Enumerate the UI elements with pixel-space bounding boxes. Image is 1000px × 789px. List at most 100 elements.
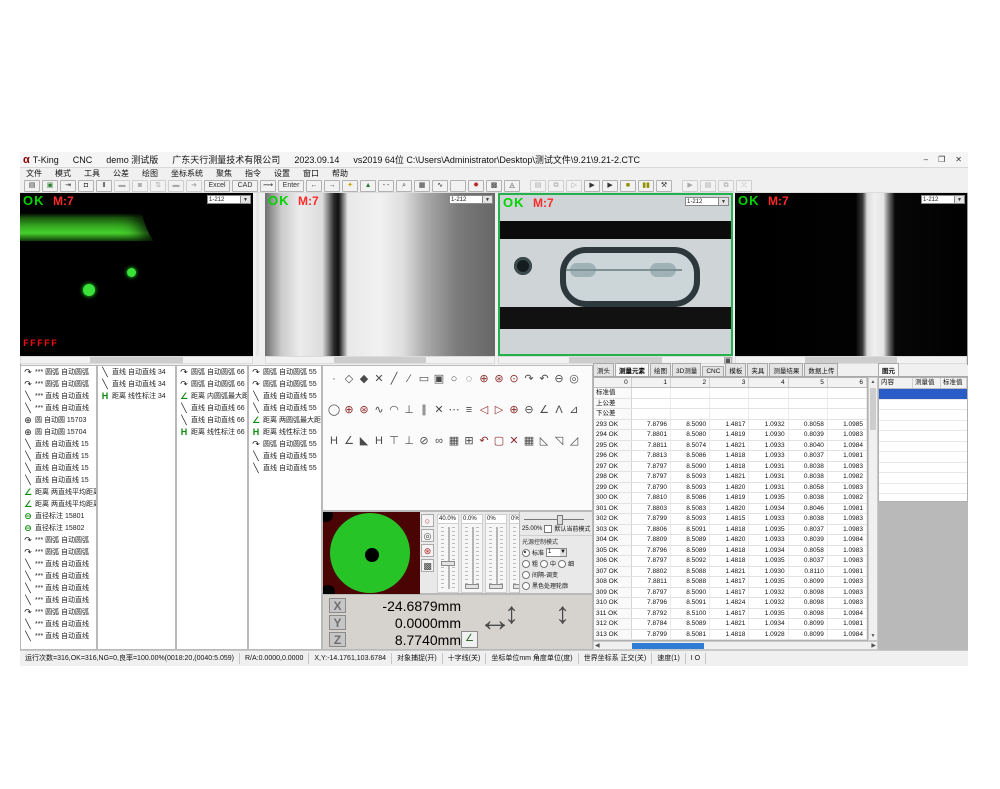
table-row[interactable]: 313 OK7.87998.50811.48181.09280.80991.09… xyxy=(594,630,867,641)
list-item[interactable]: ╲直线 自动直线 34 xyxy=(98,366,175,378)
tab-测头[interactable]: 测头 xyxy=(593,363,614,376)
measure-tool-icon[interactable]: ◇ xyxy=(342,372,356,386)
minimize-button[interactable]: – xyxy=(924,155,928,164)
chevron-down-icon[interactable]: ▼ xyxy=(483,195,493,204)
probe-button[interactable]: ◘ xyxy=(78,180,94,192)
measure-tool-icon[interactable]: ≡ xyxy=(462,403,476,417)
menu-item-6[interactable]: 聚焦 xyxy=(216,168,232,179)
measure-tool-icon[interactable]: ⊕ xyxy=(507,403,521,417)
run-button[interactable]: ▶ xyxy=(584,180,600,192)
master-light-slider[interactable] xyxy=(524,515,584,523)
image-view-button[interactable]: ▲ xyxy=(360,180,376,192)
measure-tool-icon[interactable]: ⊛ xyxy=(357,403,371,417)
list-item[interactable]: ↷圆弧 自动圆弧 55 xyxy=(249,438,321,450)
measure-tool-icon[interactable]: ⋯ xyxy=(447,403,461,417)
measure-tool-icon[interactable]: ▦ xyxy=(447,434,461,448)
edge-tool-button[interactable]: Ⅱ xyxy=(96,180,112,192)
measure-tool-icon[interactable]: ✕ xyxy=(372,372,386,386)
camera-view-2[interactable]: OK M:7 1-212▼ xyxy=(265,193,495,356)
measure-tool-icon[interactable]: ✕ xyxy=(507,434,521,448)
list-item[interactable]: ╲直线 自动直线 15 xyxy=(21,462,96,474)
table-hscrollbar[interactable]: ◀ ▶ xyxy=(593,641,878,650)
light-level-dropdown[interactable]: 1▼ xyxy=(546,548,567,557)
measure-tool-icon[interactable]: ◎ xyxy=(567,372,581,386)
list-item[interactable]: ╲*** 直线 自动直线 xyxy=(21,558,96,570)
light-bulb-button[interactable]: ✦ xyxy=(342,180,358,192)
table-row[interactable]: 312 OK7.87848.50891.48211.09340.80991.09… xyxy=(594,619,867,630)
list-item[interactable]: ╲*** 直线 自动直线 xyxy=(21,630,96,642)
measure-tool-icon[interactable]: ╱ xyxy=(387,372,401,386)
focus-curve-button[interactable]: ∠ xyxy=(461,631,478,648)
measure-tool-icon[interactable]: ◹ xyxy=(552,434,566,448)
measure-tool-icon[interactable]: ↶ xyxy=(477,434,491,448)
list-item[interactable]: H距离 线性标注 66 xyxy=(177,426,247,438)
table-row[interactable]: 307 OK7.88028.50881.48211.09300.81101.09… xyxy=(594,567,867,578)
list-item[interactable]: ↷*** 圆弧 自动圆弧 xyxy=(21,366,96,378)
slider-thumb[interactable] xyxy=(465,584,479,589)
updown-tool-button[interactable]: ⇅ xyxy=(150,180,166,192)
measure-tool-icon[interactable]: ⊛ xyxy=(492,372,506,386)
measure-tool-icon[interactable]: ∿ xyxy=(372,403,386,417)
tab-夹具[interactable]: 夹具 xyxy=(747,363,768,376)
elements-row[interactable] xyxy=(879,442,967,453)
save-button[interactable]: ▤ xyxy=(24,180,40,192)
list-item[interactable]: ╲*** 直线 自动直线 xyxy=(21,582,96,594)
menu-item-2[interactable]: 工具 xyxy=(84,168,100,179)
chevron-down-icon[interactable]: ▼ xyxy=(719,197,729,206)
measure-tool-icon[interactable]: ⊘ xyxy=(417,434,431,448)
camera2-hscrollbar[interactable] xyxy=(265,356,495,364)
measure-tool-icon[interactable]: ↷ xyxy=(522,372,536,386)
list-item[interactable]: ∠距离 内圆弧最大距 xyxy=(177,390,247,402)
list-item[interactable]: ⊖直径标注 15801 xyxy=(21,510,96,522)
list-item[interactable]: ╲直线 自动直线 15 xyxy=(21,474,96,486)
wrench-right-button[interactable]: ⤫ xyxy=(736,180,752,192)
enter-button[interactable]: Enter xyxy=(278,180,304,192)
list-item[interactable]: ╲直线 自动直线 15 xyxy=(21,438,96,450)
measure-tool-icon[interactable]: ▢ xyxy=(492,434,506,448)
run-to-button[interactable]: ▶ xyxy=(602,180,618,192)
save-run-button[interactable]: ▤ xyxy=(530,180,546,192)
measure-tool-icon[interactable]: ◿ xyxy=(567,434,581,448)
maximize-button[interactable]: ❐ xyxy=(938,155,945,164)
radio-standard[interactable] xyxy=(522,549,530,557)
measure-tool-icon[interactable]: H xyxy=(372,434,386,448)
elements-row[interactable] xyxy=(879,421,967,432)
elements-row[interactable] xyxy=(879,452,967,463)
light-slider-3[interactable]: 0% xyxy=(485,514,507,593)
elements-row[interactable] xyxy=(879,400,967,411)
list-item[interactable]: ╲直线 自动直线 55 xyxy=(249,402,321,414)
list-item[interactable]: ∠距离 两圆弧最大距 xyxy=(249,414,321,426)
radio-coarse[interactable] xyxy=(522,560,530,568)
list-item[interactable]: H距离 线性标注 34 xyxy=(98,390,175,402)
ring-segment-button[interactable]: ⊛ xyxy=(421,544,434,557)
table-row[interactable]: 299 OK7.87908.50931.48201.09310.80581.09… xyxy=(594,483,867,494)
list-item[interactable]: ↷圆弧 自动圆弧 66 xyxy=(177,378,247,390)
tab-CNC[interactable]: CNC xyxy=(702,366,724,376)
tool-disabled-2[interactable]: ▬ xyxy=(168,180,184,192)
table-row[interactable]: 306 OK7.87978.50921.48181.09350.80371.09… xyxy=(594,556,867,567)
radio-interval[interactable] xyxy=(522,571,530,579)
elements-row[interactable] xyxy=(879,389,967,400)
dither-button[interactable]: ▩ xyxy=(486,180,502,192)
measure-tool-icon[interactable]: ↶ xyxy=(537,372,551,386)
cad-button[interactable]: CAD xyxy=(232,180,258,192)
hscroll-thumb[interactable] xyxy=(632,643,704,649)
slider-thumb[interactable] xyxy=(489,584,503,589)
table-row[interactable]: 305 OK7.87968.50891.48181.09340.80581.09… xyxy=(594,546,867,557)
radio-outline[interactable] xyxy=(522,582,530,590)
measure-tool-icon[interactable]: ⊖ xyxy=(552,372,566,386)
default-mode-checkbox[interactable] xyxy=(544,525,552,533)
menu-item-3[interactable]: 公差 xyxy=(113,168,129,179)
measure-tool-icon[interactable]: ⊖ xyxy=(522,403,536,417)
tab-3D测量[interactable]: 3D测量 xyxy=(672,363,701,376)
scroll-left-icon[interactable]: ◀ xyxy=(595,642,600,650)
step-arrow-button[interactable]: ➜ xyxy=(186,180,202,192)
table-row[interactable]: 297 OK7.87978.50901.48181.09310.80381.09… xyxy=(594,462,867,473)
list-item[interactable]: H距离 线性标注 55 xyxy=(249,426,321,438)
list-item[interactable]: ↷圆弧 自动圆弧 55 xyxy=(249,378,321,390)
tab-数据上传[interactable]: 数据上传 xyxy=(804,363,838,376)
open-run-button[interactable]: ▷ xyxy=(566,180,582,192)
menu-item-8[interactable]: 设置 xyxy=(274,168,290,179)
zoom-select[interactable]: 1-212 xyxy=(921,195,955,204)
list-item[interactable]: ↷*** 圆弧 自动圆弧 xyxy=(21,534,96,546)
